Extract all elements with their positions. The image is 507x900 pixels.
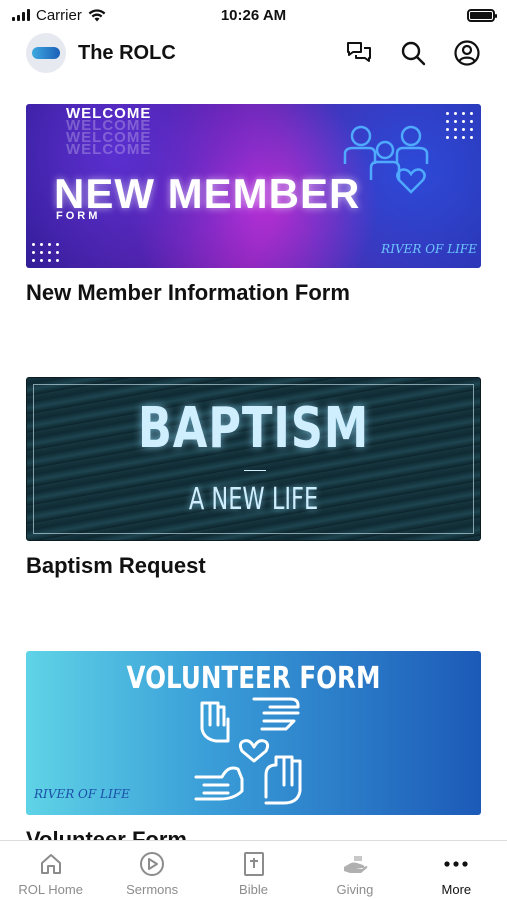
card-baptism[interactable]: BAPTISM A NEW LIFE Baptism Request — [26, 377, 481, 579]
banner-headline: BAPTISM — [137, 396, 370, 461]
baptism-banner[interactable]: BAPTISM A NEW LIFE — [26, 377, 481, 541]
tab-label: More — [441, 882, 472, 897]
app-header: The ROLC — [0, 30, 507, 76]
tab-rol-home[interactable]: ROL Home — [0, 841, 101, 900]
tab-more[interactable]: More — [406, 841, 507, 900]
banner-subline: FORM — [56, 210, 101, 222]
divider — [244, 470, 266, 471]
card-new-member[interactable]: WELCOME WELCOME WELCOME WELCOME NEW MEMB… — [26, 104, 481, 306]
church-logo-avatar[interactable] — [26, 33, 66, 73]
tab-bar: ROL Home Sermons Bible Giving More — [0, 840, 507, 900]
tab-label: Sermons — [126, 882, 179, 897]
status-time: 10:26 AM — [220, 6, 287, 24]
giving-icon — [341, 850, 369, 878]
card-title[interactable]: Baptism Request — [26, 553, 481, 579]
people-icon — [343, 125, 429, 194]
tab-label: Bible — [239, 882, 268, 897]
status-left: Carrier — [12, 7, 192, 24]
account-icon[interactable] — [453, 39, 481, 67]
app-title: The ROLC — [78, 41, 176, 64]
banner-welcome-text: WELCOME WELCOME WELCOME WELCOME — [66, 105, 152, 158]
volunteer-banner[interactable]: VOLUNTEER FORM RIVER OF LIFE — [26, 651, 481, 815]
card-title[interactable]: Volunteer Form — [26, 827, 481, 840]
carrier-label: Carrier — [36, 6, 82, 24]
river-of-life-logo: RIVER OF LIFE — [34, 787, 130, 801]
tab-label: ROL Home — [18, 882, 83, 897]
wifi-icon — [88, 8, 106, 21]
tab-label: Giving — [336, 882, 374, 897]
battery-icon — [467, 8, 497, 22]
banner-subline: A NEW LIFE — [188, 482, 319, 517]
dot-pattern-top — [446, 112, 473, 139]
chat-icon[interactable] — [345, 39, 373, 67]
content-list[interactable]: WELCOME WELCOME WELCOME WELCOME NEW MEMB… — [0, 76, 507, 840]
dot-pattern-bottom — [32, 243, 59, 262]
home-icon — [37, 850, 65, 878]
signal-icon — [12, 9, 30, 21]
tab-bible[interactable]: Bible — [203, 841, 304, 900]
play-icon — [138, 850, 166, 878]
tab-giving[interactable]: Giving — [304, 841, 405, 900]
river-of-life-logo: RIVER OF LIFE — [381, 242, 477, 256]
tab-sermons[interactable]: Sermons — [101, 841, 202, 900]
banner-headline: VOLUNTEER FORM — [126, 661, 381, 696]
new-member-banner[interactable]: WELCOME WELCOME WELCOME WELCOME NEW MEMB… — [26, 104, 481, 268]
card-title[interactable]: New Member Information Form — [26, 280, 481, 306]
search-icon[interactable] — [399, 39, 427, 67]
header-actions — [345, 39, 481, 67]
hands-icon — [194, 697, 302, 805]
status-bar: Carrier 10:26 AM — [0, 0, 507, 30]
card-volunteer[interactable]: VOLUNTEER FORM RIVER OF LIFE Volunteer F… — [26, 651, 481, 840]
bible-icon — [240, 850, 268, 878]
more-icon — [442, 850, 470, 878]
status-right — [315, 8, 497, 22]
